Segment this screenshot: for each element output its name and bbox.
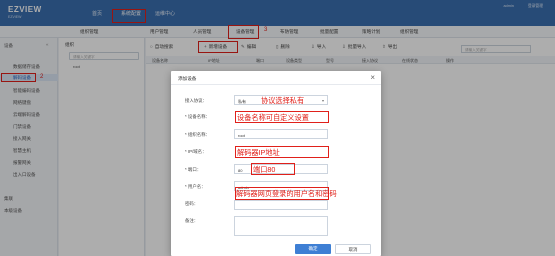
annotation-credentials: 解码器网页登录的用户名和密码 [236, 189, 337, 198]
dialog-header: 添加设备 × [171, 71, 381, 85]
remarks-textarea[interactable] [234, 216, 328, 236]
annotation-device-name: 设备名称可自定义设置 [237, 113, 309, 122]
device-name-label: * 设备名称： [185, 114, 210, 119]
annotation-protocol: 协议选择私有 [261, 96, 305, 105]
annotation-port: 端口80 [253, 165, 276, 174]
add-device-dialog: 添加设备 × 接入协议： 私有 ▾ 协议选择私有 * 设备名称： 设备名称可自定… [171, 71, 381, 256]
org-name-input[interactable]: root [234, 129, 328, 139]
confirm-button[interactable]: 确定 [295, 244, 331, 254]
chevron-down-icon: ▾ [321, 98, 324, 103]
protocol-label: 接入协议： [185, 98, 207, 103]
password-input[interactable] [234, 200, 328, 210]
password-label: 密码： [185, 201, 199, 206]
remarks-label: 备注： [185, 218, 199, 223]
annotation-ip: 解码器IP地址 [237, 148, 280, 157]
org-name-label: * 组织名称： [185, 132, 210, 137]
close-icon[interactable]: × [370, 73, 375, 83]
dialog-title: 添加设备 [178, 76, 197, 81]
cancel-button[interactable]: 取消 [335, 244, 371, 254]
ip-domain-label: * IP/域名： [185, 149, 207, 154]
username-label: * 用户名： [185, 184, 206, 189]
port-label: * 端口： [185, 167, 202, 172]
